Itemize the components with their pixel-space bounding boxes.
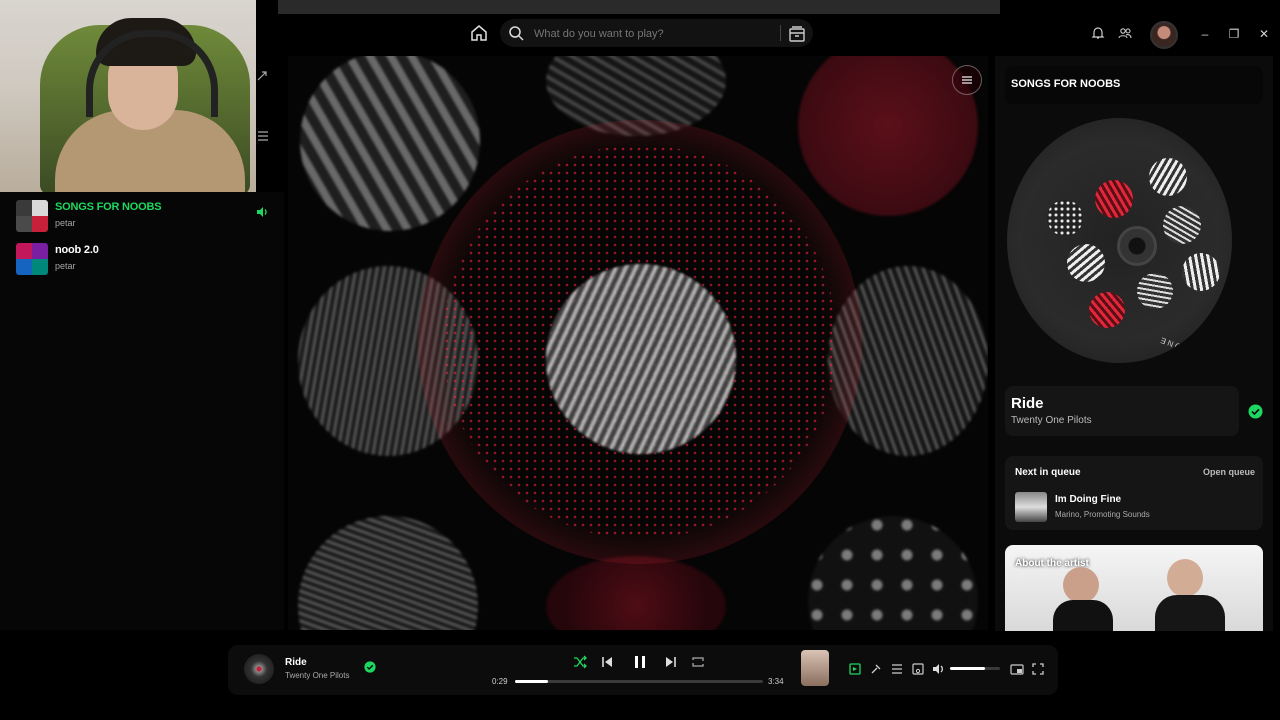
- search-icon: [509, 26, 524, 41]
- check-icon[interactable]: [364, 661, 376, 673]
- artist-photo-body: [1155, 595, 1225, 631]
- panel-header: SONGS FOR NOOBS: [1005, 66, 1263, 104]
- playlist-title: noob 2.0: [55, 244, 99, 256]
- player-cover: [244, 654, 274, 684]
- volume-icon[interactable]: [932, 662, 946, 676]
- minimize-icon[interactable]: –: [1195, 24, 1215, 44]
- pause-icon[interactable]: [631, 653, 649, 671]
- fullscreen-icon[interactable]: [1031, 662, 1045, 676]
- artist-photo-body: [1053, 600, 1113, 631]
- list-icon[interactable]: [258, 130, 268, 142]
- progress-fill: [515, 680, 549, 683]
- repeat-icon[interactable]: [689, 653, 707, 671]
- canvas-thumbnail[interactable]: [801, 650, 829, 686]
- library-sidebar: SONGS FOR NOOBS petar noob 2.0 petar: [0, 71, 284, 630]
- now-playing-title[interactable]: Ride: [1011, 395, 1044, 412]
- search-bar[interactable]: [500, 19, 813, 47]
- player-bar: Ride Twenty One Pilots 0:29 3:34: [228, 645, 1058, 695]
- window-top-strip: [278, 0, 1000, 14]
- queue-heading: Next in queue: [1015, 467, 1081, 478]
- connect-device-icon[interactable]: [911, 662, 925, 676]
- shuffle-icon[interactable]: [571, 653, 589, 671]
- playlist-owner: petar: [55, 218, 76, 228]
- player-track-artist[interactable]: Twenty One Pilots: [285, 671, 349, 680]
- album-art: TWENTY ONE PILOTS: [1007, 118, 1232, 363]
- main-visualizer: [288, 56, 988, 630]
- playlist-item[interactable]: SONGS FOR NOOBS petar: [16, 200, 276, 234]
- bell-icon[interactable]: [1091, 26, 1105, 40]
- playlist-cover: [16, 200, 48, 232]
- queue-icon[interactable]: [890, 662, 904, 676]
- speaker-icon: [257, 207, 267, 217]
- mini-player-icon[interactable]: [1010, 662, 1024, 676]
- about-artist-card[interactable]: About the artist: [1005, 545, 1263, 631]
- home-icon[interactable]: [466, 20, 492, 46]
- maximize-icon[interactable]: ❐: [1224, 24, 1244, 44]
- search-divider: [780, 25, 781, 41]
- panel-playlist-title: SONGS FOR NOOBS: [1011, 78, 1121, 90]
- playlist-cover: [16, 243, 48, 275]
- webcam-overlay: [0, 0, 256, 192]
- volume-slider[interactable]: [950, 667, 1000, 670]
- now-playing-card: Ride Twenty One Pilots: [1005, 386, 1239, 436]
- progress-bar[interactable]: [515, 680, 763, 683]
- friends-icon[interactable]: [1118, 26, 1132, 40]
- menu-icon: [962, 76, 972, 84]
- expand-icon[interactable]: [256, 70, 268, 82]
- queue-card: Next in queue Open queue Im Doing Fine M…: [1005, 456, 1263, 530]
- queue-track-artist[interactable]: Marino, Promoting Sounds: [1055, 510, 1150, 519]
- playlist-item[interactable]: noob 2.0 petar: [16, 243, 276, 277]
- player-track-title[interactable]: Ride: [285, 657, 307, 668]
- next-icon[interactable]: [662, 653, 680, 671]
- elapsed-time: 0:29: [492, 677, 508, 686]
- playlist-title: SONGS FOR NOOBS: [55, 201, 162, 213]
- search-input[interactable]: [532, 24, 776, 44]
- previous-icon[interactable]: [598, 653, 616, 671]
- queue-track-title[interactable]: Im Doing Fine: [1055, 494, 1121, 505]
- queue-track-cover: [1015, 492, 1047, 522]
- now-playing-view-icon[interactable]: [848, 662, 862, 676]
- avatar[interactable]: [1150, 21, 1178, 49]
- duration-time: 3:34: [768, 677, 784, 686]
- now-playing-artist[interactable]: Twenty One Pilots: [1011, 415, 1092, 426]
- album-text: TWENTY ONE PILOTS: [1157, 334, 1232, 363]
- lyrics-icon[interactable]: [869, 662, 883, 676]
- check-icon[interactable]: [1248, 404, 1263, 419]
- menu-button[interactable]: [952, 65, 982, 95]
- artist-photo-face: [1063, 567, 1099, 603]
- volume-fill: [950, 667, 985, 670]
- now-playing-panel: SONGS FOR NOOBS TWENTY ONE PILOTS Ride T…: [995, 56, 1273, 631]
- artist-photo-face: [1167, 559, 1203, 597]
- close-icon[interactable]: ✕: [1254, 24, 1274, 44]
- center-disc: [546, 264, 736, 454]
- browse-icon[interactable]: [786, 23, 808, 45]
- playlist-owner: petar: [55, 261, 76, 271]
- open-queue-link[interactable]: Open queue: [1203, 467, 1255, 477]
